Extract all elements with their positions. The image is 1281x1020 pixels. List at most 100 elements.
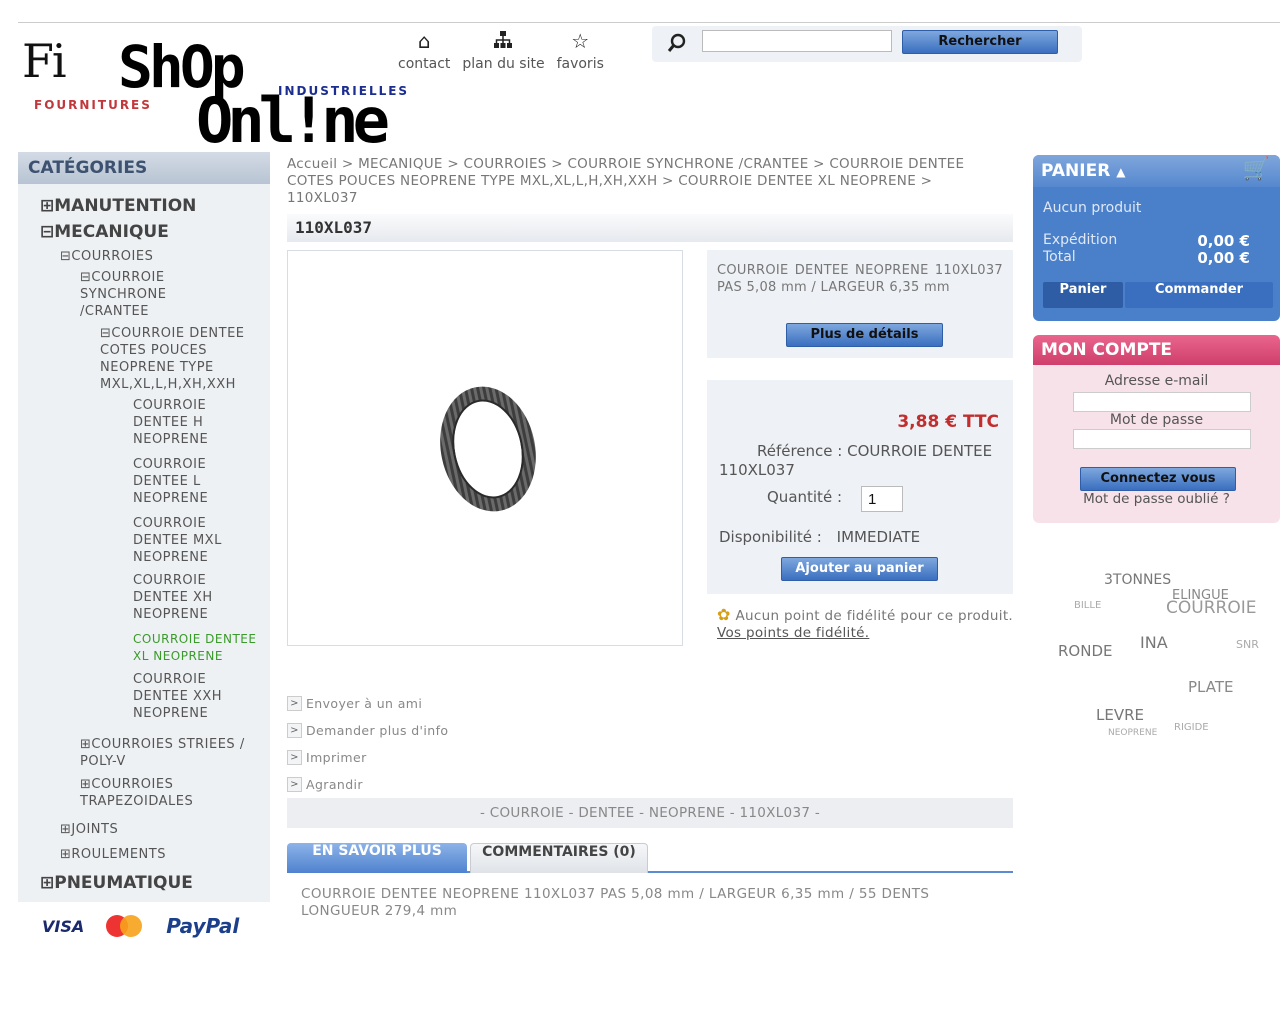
belt-image-icon — [440, 386, 536, 512]
logo-online: Onl!ne — [196, 84, 390, 157]
category-dentee-xxh[interactable]: COURROIE DENTEE XXH NEOPRENE — [133, 671, 233, 722]
category-manutention[interactable]: ⊞MANUTENTION — [40, 198, 196, 215]
search-bar: Rechercher — [652, 26, 1082, 62]
breadcrumb[interactable]: Accueil > MECANIQUE > COURROIES > COURRO… — [287, 156, 977, 207]
password-field[interactable] — [1073, 429, 1251, 449]
more-details-button[interactable]: Plus de détails — [786, 323, 943, 347]
tag-3tonnes[interactable]: 3TONNES — [1104, 572, 1171, 588]
category-dentee-l[interactable]: COURROIE DENTEE L NEOPRENE — [133, 456, 233, 507]
action-label: Imprimer — [306, 750, 367, 765]
category-dentee-h[interactable]: COURROIE DENTEE H NEOPRENE — [133, 397, 233, 448]
contact-label: contact — [398, 56, 451, 72]
email-label: Adresse e-mail — [1104, 373, 1209, 389]
logo-fi: Fi — [22, 34, 67, 88]
password-label: Mot de passe — [1109, 412, 1204, 428]
cart-button[interactable]: Panier — [1043, 282, 1123, 308]
category-courroie-dentee-pouces[interactable]: ⊟COURROIE DENTEE COTES POUCES NEOPRENE T… — [100, 325, 260, 393]
loyalty-text: Aucun point de fidélité pour ce produit. — [735, 608, 1013, 624]
page: Fi ShOp Onl!ne FOURNITURES INDUSTRIELLES… — [0, 0, 1281, 1020]
product-price: 3,88 € TTC — [897, 412, 999, 432]
arrow-icon: > — [287, 696, 302, 711]
tag-bille[interactable]: BILLE — [1074, 600, 1101, 611]
send-to-friend-link[interactable]: > Envoyer à un ami — [287, 690, 448, 717]
short-desc-text: COURROIE DENTEE NEOPRENE 110XL037 PAS 5,… — [717, 263, 1003, 295]
caret-up-icon: ▲ — [1116, 165, 1126, 179]
cart-header[interactable]: PANIER ▲ 🛒 — [1033, 155, 1280, 187]
categories-title: CATÉGORIES — [18, 152, 270, 184]
arrow-icon: > — [287, 750, 302, 765]
total-label: Total — [1043, 249, 1076, 265]
buy-box: 3,88 € TTC Référence : COURROIE DENTEE 1… — [707, 380, 1013, 594]
mastercard-logo — [106, 915, 143, 937]
print-link[interactable]: > Imprimer — [287, 744, 448, 771]
header-links: ⌂ contact plan du site ☆ favoris — [398, 30, 604, 72]
availability: Disponibilité : IMMEDIATE — [719, 528, 920, 546]
category-dentee-mxl[interactable]: COURROIE DENTEE MXL NEOPRENE — [133, 515, 233, 566]
tag-courroie[interactable]: COURROIE — [1166, 598, 1256, 618]
product-long-description: COURROIE DENTEE NEOPRENE 110XL037 PAS 5,… — [301, 886, 930, 919]
product-actions: > Envoyer à un ami > Demander plus d'info … — [287, 690, 448, 798]
loyalty-icon: ✿ — [717, 605, 731, 624]
action-label: Demander plus d'info — [306, 723, 449, 738]
product-title: 110XL037 — [287, 214, 1013, 242]
category-pneumatique[interactable]: ⊞PNEUMATIQUE — [40, 875, 193, 892]
category-courroie-synchrone[interactable]: ⊟COURROIE SYNCHRONE /CRANTEE — [80, 269, 200, 320]
account-block: MON COMPTE Adresse e-mail Mot de passe C… — [1033, 335, 1280, 523]
category-dentee-xh[interactable]: COURROIE DENTEE XH NEOPRENE — [133, 572, 233, 623]
tag-rigide[interactable]: RIGIDE — [1174, 722, 1209, 733]
category-mecanique[interactable]: ⊟MECANIQUE — [40, 224, 169, 241]
tag-ronde[interactable]: RONDE — [1058, 642, 1112, 660]
action-label: Envoyer à un ami — [306, 696, 423, 711]
cart-empty: Aucun produit — [1043, 200, 1142, 216]
tag-snr[interactable]: SNR — [1236, 638, 1259, 651]
favorites-link[interactable]: ☆ favoris — [557, 30, 604, 72]
cart-block: PANIER ▲ 🛒 Aucun produit Expédition 0,00… — [1033, 155, 1280, 321]
tag-levre[interactable]: LEVRE — [1096, 706, 1144, 724]
sitemap-link[interactable]: plan du site — [462, 30, 545, 72]
forgot-password-link[interactable]: Mot de passe oublié ? — [1033, 491, 1280, 507]
email-field[interactable] — [1073, 392, 1251, 412]
ask-info-link[interactable]: > Demander plus d'info — [287, 717, 448, 744]
total-value: 0,00 € — [1197, 249, 1250, 267]
category-courroies-trapezoidales[interactable]: ⊞COURROIES TRAPEZOIDALES — [80, 776, 230, 810]
account-title: MON COMPTE — [1033, 335, 1280, 365]
visa-logo: VISA — [42, 916, 85, 936]
availability-value: IMMEDIATE — [836, 528, 921, 546]
loyalty-link[interactable]: Vos points de fidélité. — [717, 625, 869, 641]
category-dentee-xl-current[interactable]: COURROIE DENTEE XL NEOPRENE — [133, 631, 263, 665]
tag-neoprene[interactable]: NEOPRENE — [1108, 728, 1157, 738]
order-button[interactable]: Commander — [1125, 282, 1273, 308]
category-roulements[interactable]: ⊞ROULEMENTS — [60, 846, 166, 863]
product-image[interactable] — [287, 250, 683, 646]
tag-plate[interactable]: PLATE — [1188, 678, 1233, 696]
tag-ina[interactable]: INA — [1140, 633, 1168, 652]
logo-industrielles: INDUSTRIELLES — [278, 84, 410, 98]
search-input[interactable] — [702, 30, 892, 52]
sitemap-label: plan du site — [462, 56, 545, 72]
contact-link[interactable]: ⌂ contact — [398, 30, 450, 72]
logo-fournitures: FOURNITURES — [34, 98, 152, 112]
tab-more-info[interactable]: EN SAVOIR PLUS — [287, 843, 467, 873]
category-courroies-striees[interactable]: ⊞COURROIES STRIEES / POLY-V — [80, 736, 260, 770]
payment-logos: VISA PayPal — [42, 914, 239, 938]
login-button[interactable]: Connectez vous — [1080, 467, 1236, 491]
header-divider — [18, 22, 1280, 23]
enlarge-link[interactable]: > Agrandir — [287, 771, 448, 798]
action-label: Agrandir — [306, 777, 363, 792]
quantity-input[interactable] — [861, 486, 903, 512]
tab-comments[interactable]: COMMENTAIRES (0) — [470, 843, 648, 873]
search-icon — [666, 32, 688, 59]
shopping-cart-icon: 🛒 — [1242, 157, 1270, 182]
tag-cloud: 3TONNES ELINGUE COURROIE BILLE RONDE INA… — [1040, 560, 1280, 750]
home-icon: ⌂ — [417, 29, 431, 53]
availability-label: Disponibilité : — [719, 528, 822, 546]
product-tabs: EN SAVOIR PLUS COMMENTAIRES (0) — [287, 843, 1013, 873]
reference-block: Référence : COURROIE DENTEE 110XL037 — [719, 442, 999, 480]
paypal-logo: PayPal — [166, 914, 240, 938]
search-button[interactable]: Rechercher — [902, 30, 1058, 54]
product-tags[interactable]: - COURROIE - DENTEE - NEOPRENE - 110XL03… — [287, 798, 1013, 828]
loyalty-info: ✿ Aucun point de fidélité pour ce produi… — [717, 606, 1013, 642]
add-to-cart-button[interactable]: Ajouter au panier — [781, 557, 938, 581]
category-courroies[interactable]: ⊟COURROIES — [60, 248, 153, 265]
category-joints[interactable]: ⊞JOINTS — [60, 821, 118, 838]
